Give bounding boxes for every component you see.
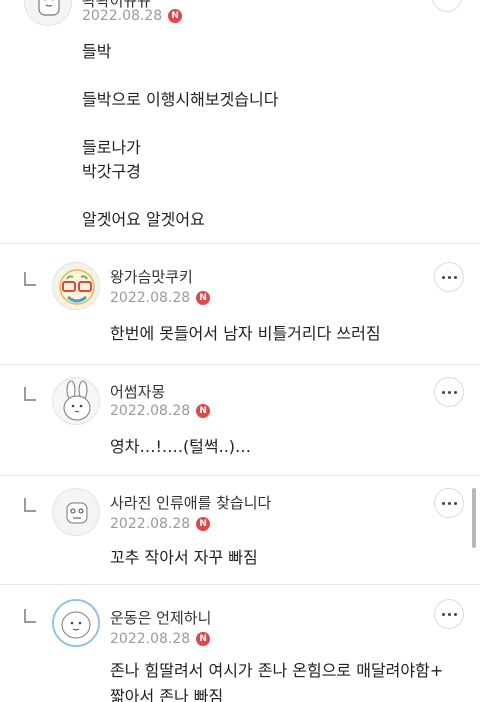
comment-text-line: 들박으로 이행시해보겟습니다 xyxy=(82,90,279,109)
reply-item: 어썸자몽 2022.08.28 N 영차…!….(털썩..)… xyxy=(0,365,480,485)
comment-text-line: 꼬추 작아서 자꾸 빠짐 xyxy=(110,548,258,567)
comment-text-line: 한번에 못들어서 남자 비틀거리다 쓰러짐 xyxy=(110,324,381,343)
avatar[interactable] xyxy=(52,599,100,647)
comment-text-line: 알겟어요 알겟어요 xyxy=(82,210,205,229)
comment-meta: 2022.08.28 N xyxy=(110,290,211,306)
comment-date: 2022.08.28 xyxy=(110,516,191,532)
scrollbar[interactable] xyxy=(472,488,476,548)
more-horizontal-icon xyxy=(441,275,457,279)
comment-list: 꽉꽉이뀨뀨 2022.08.28 N 들박 들박으로 이행시해보겟습니다 들로나… xyxy=(0,0,480,702)
reply-arrow-icon xyxy=(24,387,36,401)
reply-arrow-icon xyxy=(24,498,36,512)
comment-text-line: 존나 힘딸려서 여시가 존나 온힘으로 매달려야함+ xyxy=(110,661,444,680)
avatar[interactable] xyxy=(52,262,100,310)
more-button[interactable] xyxy=(432,0,462,12)
comment-author[interactable]: 사라진 인류애를 찾습니다 xyxy=(110,492,271,513)
new-badge: N xyxy=(196,291,211,305)
new-badge: N xyxy=(196,517,211,531)
comment-date: 2022.08.28 xyxy=(110,403,191,419)
reply-arrow-icon xyxy=(24,609,36,623)
comment-item: 꽉꽉이뀨뀨 2022.08.28 N 들박 들박으로 이행시해보겟습니다 들로나… xyxy=(0,0,480,243)
new-badge: N xyxy=(196,632,211,646)
reply-item: 운동은 언제하니 2022.08.28 N 존나 힘딸려서 여시가 존나 온힘으… xyxy=(0,585,480,702)
avatar[interactable] xyxy=(52,488,100,536)
comment-meta: 2022.08.28 N xyxy=(110,631,211,647)
comment-text-line: 들로나가 xyxy=(82,138,141,157)
avatar[interactable] xyxy=(52,377,100,425)
comment-text-line: 들박 xyxy=(82,42,112,61)
comment-text-line: 영차…!….(털썩..)… xyxy=(110,437,252,456)
reply-arrow-icon xyxy=(24,272,36,286)
reply-item: 사라진 인류애를 찾습니다 2022.08.28 N 꼬추 작아서 자꾸 빠짐 xyxy=(0,476,480,584)
comment-author[interactable]: 왕가슴맛쿠키 xyxy=(110,266,193,287)
more-horizontal-icon xyxy=(441,390,457,394)
comment-author[interactable]: 어썸자몽 xyxy=(110,381,165,402)
comment-date: 2022.08.28 xyxy=(110,290,191,306)
comment-text-line: 짧아서 존나 빠짐 xyxy=(110,687,224,702)
comment-meta: 2022.08.28 N xyxy=(82,8,183,24)
new-badge: N xyxy=(196,404,211,418)
comment-meta: 2022.08.28 N xyxy=(110,516,211,532)
comment-meta: 2022.08.28 N xyxy=(110,403,211,419)
avatar-image xyxy=(25,0,71,25)
avatar-image xyxy=(53,263,99,309)
avatar-image xyxy=(53,378,99,424)
comment-author[interactable]: 운동은 언제하니 xyxy=(110,607,211,628)
more-button[interactable] xyxy=(434,377,464,407)
avatar-image xyxy=(53,489,99,535)
more-button[interactable] xyxy=(434,599,464,629)
more-button[interactable] xyxy=(434,262,464,292)
avatar[interactable] xyxy=(24,0,72,26)
avatar-image xyxy=(54,601,98,645)
comment-date: 2022.08.28 xyxy=(110,631,191,647)
more-button[interactable] xyxy=(434,488,464,518)
comment-text-line: 박갓구경 xyxy=(82,162,141,181)
more-horizontal-icon xyxy=(441,501,457,505)
new-badge: N xyxy=(168,9,183,23)
reply-item: 왕가슴맛쿠키 2022.08.28 N 한번에 못들어서 남자 비틀거리다 쓰러… xyxy=(0,244,480,364)
more-horizontal-icon xyxy=(441,612,457,616)
comment-date: 2022.08.28 xyxy=(82,8,163,24)
